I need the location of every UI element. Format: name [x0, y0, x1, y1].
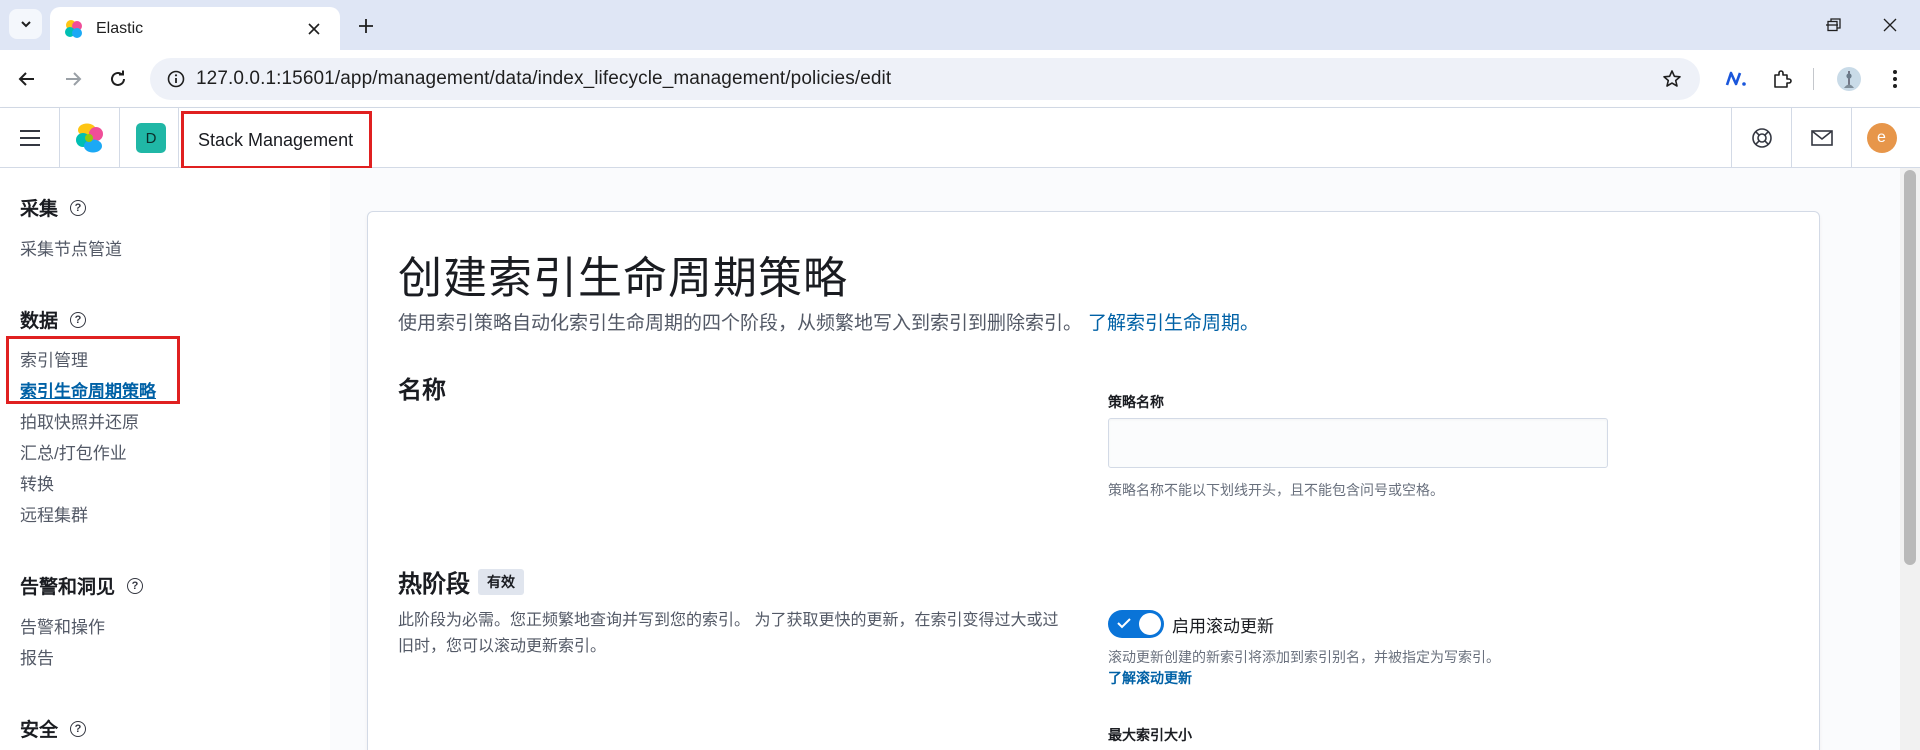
site-info-icon[interactable]: [156, 58, 196, 100]
address-bar[interactable]: 127.0.0.1:15601/app/management/data/inde…: [150, 58, 1700, 100]
breadcrumb-label: Stack Management: [198, 129, 354, 150]
policy-name-help: 策略名称不能以下划线开头，且不能包含问号或空格。: [1108, 482, 1444, 498]
hot-phase-title: 热阶段 有效: [398, 564, 524, 599]
newsfeed-button[interactable]: [1791, 108, 1851, 167]
help-icon[interactable]: ?: [70, 199, 87, 216]
check-icon: [1117, 618, 1131, 629]
browser-menu-button[interactable]: [1880, 64, 1910, 94]
extension-n-icon[interactable]: [1721, 64, 1751, 94]
nav-group-title: 告警和洞见: [20, 577, 116, 598]
user-avatar: e: [1866, 122, 1897, 153]
rollover-switch-row[interactable]: 启用滚动更新: [1108, 610, 1274, 638]
elastic-logo-icon: [75, 123, 103, 152]
nav-item-rollup-jobs[interactable]: 汇总/打包作业: [20, 439, 127, 464]
maximize-button[interactable]: [1818, 10, 1850, 40]
page-scrollbar[interactable]: [1900, 168, 1920, 750]
nav-item-snapshot-restore[interactable]: 拍取快照并还原: [20, 408, 139, 433]
toolbar-separator: [1813, 68, 1814, 90]
rollover-learn-link[interactable]: 了解滚动更新: [1108, 668, 1192, 688]
restore-icon: [1827, 18, 1841, 32]
chevron-down-icon: [20, 21, 31, 28]
policy-name-label: 策略名称: [1108, 394, 1164, 410]
rollover-help: 滚动更新创建的新索引将添加到索引别名，并被指定为写索引。: [1108, 649, 1500, 665]
nav-item-remote-clusters[interactable]: 远程集群: [20, 501, 88, 526]
nav-group-title: 采集: [20, 199, 59, 220]
plus-icon: [359, 19, 373, 33]
profile-avatar-icon[interactable]: [1834, 64, 1864, 94]
side-navigation: 采集 ? 采集节点管道 数据 ? 索引管理 索引生命周期策略 拍取快照并还原 汇…: [0, 168, 330, 750]
active-badge: 有效: [478, 568, 524, 595]
header-divider: [178, 108, 179, 167]
policy-name-input[interactable]: [1108, 418, 1608, 468]
policy-form-panel: 创建索引生命周期策略 使用索引策略自动化索引生命周期的四个阶段，从频繁地写入到索…: [367, 211, 1820, 750]
tab-close-button[interactable]: [302, 17, 326, 41]
kibana-header: D Stack Management e: [0, 108, 1920, 169]
nav-group-data: 数据 ?: [20, 306, 87, 333]
max-index-size-label: 最大索引大小: [1108, 727, 1192, 743]
nav-group-title: 数据: [20, 311, 59, 332]
arrow-right-icon: [66, 72, 82, 86]
help-icon[interactable]: ?: [127, 577, 144, 594]
elastic-favicon-icon: [64, 19, 84, 39]
hamburger-icon: [19, 129, 40, 146]
nav-group-security: 安全 ?: [20, 715, 87, 742]
help-icon[interactable]: ?: [70, 720, 87, 737]
close-window-button[interactable]: [1874, 10, 1906, 40]
space-selector-avatar[interactable]: D: [136, 123, 166, 153]
bookmark-star-icon[interactable]: [1660, 67, 1684, 91]
tab-search-button[interactable]: [9, 9, 42, 39]
page-description-text: 使用索引策略自动化索引生命周期的四个阶段，从频繁地写入到索引到删除索引。: [398, 313, 1083, 334]
name-section-title: 名称: [398, 377, 446, 404]
breadcrumb-stack-management[interactable]: Stack Management: [181, 111, 372, 169]
nav-item-ingest-pipelines[interactable]: 采集节点管道: [20, 235, 122, 260]
reload-button[interactable]: [103, 64, 133, 94]
more-vertical-icon: [1893, 70, 1897, 88]
nav-item-transforms[interactable]: 转换: [20, 470, 54, 495]
page-description: 使用索引策略自动化索引生命周期的四个阶段，从频繁地写入到索引到删除索引。 了解索引…: [398, 308, 1259, 335]
nav-group-alerts-insights: 告警和洞见 ?: [20, 572, 144, 599]
mail-icon: [1810, 129, 1833, 146]
main-content: 创建索引生命周期策略 使用索引策略自动化索引生命周期的四个阶段，从频繁地写入到索…: [330, 168, 1900, 750]
reload-icon: [111, 70, 125, 86]
close-icon: [308, 22, 320, 35]
learn-more-link[interactable]: 了解索引生命周期。: [1088, 313, 1259, 334]
browser-tab[interactable]: Elastic: [50, 7, 340, 50]
tab-title: Elastic: [96, 19, 144, 37]
nav-item-reporting[interactable]: 报告: [20, 644, 54, 669]
back-button[interactable]: [12, 64, 42, 94]
hot-phase-description: 此阶段为必需。您正频繁地查询并写到您的索引。 为了获取更快的更新，在索引变得过大…: [398, 612, 1059, 655]
help-icon[interactable]: ?: [70, 311, 87, 328]
nav-item-alerts-actions[interactable]: 告警和操作: [20, 613, 105, 638]
scrollbar-thumb[interactable]: [1904, 170, 1916, 565]
page-title: 创建索引生命周期策略: [398, 254, 848, 303]
toggle-knob: [1139, 613, 1161, 635]
highlight-box: [6, 336, 180, 404]
forward-button[interactable]: [58, 64, 88, 94]
new-tab-button[interactable]: [352, 12, 380, 40]
nav-group-title: 安全: [20, 720, 59, 741]
browser-toolbar: 127.0.0.1:15601/app/management/data/inde…: [0, 50, 1920, 108]
close-icon: [1883, 18, 1897, 32]
browser-tabstrip: Elastic: [0, 0, 1920, 50]
elastic-logo-button[interactable]: [60, 108, 120, 167]
rollover-label: 启用滚动更新: [1172, 616, 1274, 636]
nav-group-ingest: 采集 ?: [20, 194, 87, 221]
url-text[interactable]: 127.0.0.1:15601/app/management/data/inde…: [196, 68, 891, 90]
menu-toggle-button[interactable]: [0, 108, 60, 167]
extensions-puzzle-icon[interactable]: [1767, 64, 1797, 94]
rollover-toggle[interactable]: [1108, 610, 1164, 638]
lifebuoy-icon: [1751, 127, 1772, 148]
help-menu-button[interactable]: [1731, 108, 1791, 167]
user-menu-button[interactable]: e: [1851, 108, 1911, 167]
hot-phase-label: 热阶段: [398, 571, 470, 598]
arrow-left-icon: [18, 72, 34, 86]
